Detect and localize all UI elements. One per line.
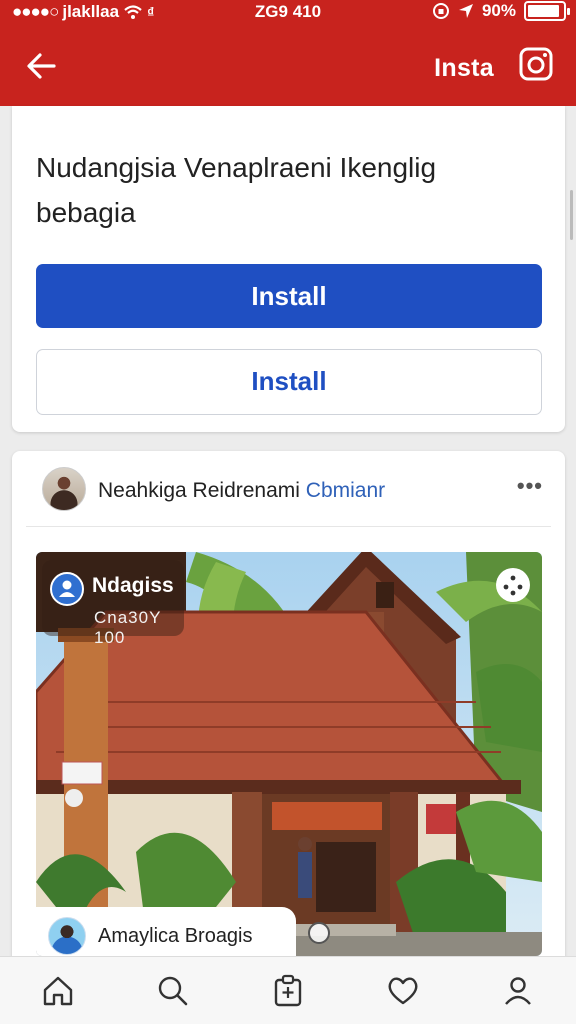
- location-tag[interactable]: Ndagiss Cna30Y 100: [42, 560, 184, 647]
- battery-icon: [524, 1, 570, 21]
- post-photo[interactable]: Ndagiss Cna30Y 100 Amaylica Broagis: [36, 552, 542, 956]
- photo-badge-icon[interactable]: [308, 922, 330, 944]
- tag-name: Ndagiss: [92, 574, 174, 597]
- user-tag-icon: [50, 572, 84, 606]
- search-icon: [158, 976, 188, 1005]
- battery-level-fill: [528, 5, 559, 17]
- photo-options-icon[interactable]: [496, 568, 530, 602]
- author-link[interactable]: Cbmianr: [306, 479, 385, 502]
- nav-search[interactable]: [148, 966, 198, 1016]
- profile-icon: [505, 976, 532, 1005]
- scrollbar[interactable]: [570, 190, 573, 240]
- caption-user-avatar[interactable]: [48, 917, 86, 955]
- nav-add-post[interactable]: [263, 966, 313, 1016]
- more-horizontal-icon[interactable]: •••: [517, 473, 543, 499]
- status-right: 90%: [432, 1, 570, 21]
- post-author[interactable]: Neahkiga Reidrenami Cbmianr: [98, 479, 385, 503]
- author-name[interactable]: Neahkiga Reidrenami: [98, 479, 300, 502]
- heart-icon: [388, 977, 418, 1004]
- instagram-camera-icon[interactable]: [518, 46, 554, 82]
- bottom-navigation: [0, 956, 576, 1024]
- app-bar: Insta: [0, 36, 576, 98]
- tag-subtitle: Cna30Y 100: [94, 608, 162, 647]
- app-title: Insta: [434, 54, 494, 82]
- install-prompt-card: Nudangjsia Venaplraeni Ikenglig bebagia …: [12, 106, 565, 432]
- nav-home[interactable]: [33, 966, 83, 1016]
- caption-user-chip[interactable]: Amaylica Broagis: [36, 907, 296, 956]
- nav-profile[interactable]: [493, 966, 543, 1016]
- add-post-icon: [274, 974, 302, 1006]
- status-bar: ●●●●○ jlakllaa ₫ ZG9 410 90%: [0, 0, 576, 26]
- divider: [26, 526, 551, 527]
- caption-user-name[interactable]: Amaylica Broagis: [98, 925, 253, 948]
- location-arrow-icon: [458, 4, 473, 18]
- rotation-lock-icon: [432, 3, 449, 19]
- install-button-secondary[interactable]: Install: [36, 349, 542, 415]
- author-avatar[interactable]: [42, 467, 86, 511]
- install-message: Nudangjsia Venaplraeni Ikenglig bebagia: [36, 152, 437, 228]
- top-bar: ●●●●○ jlakllaa ₫ ZG9 410 90% Insta: [0, 0, 576, 106]
- post-card: Neahkiga Reidrenami Cbmianr ••• Ndagiss …: [12, 451, 565, 971]
- nav-activity[interactable]: [378, 966, 428, 1016]
- home-icon: [43, 976, 72, 1005]
- arrow-left-icon[interactable]: [22, 46, 62, 86]
- install-button-primary[interactable]: Install: [36, 264, 542, 328]
- battery-percent: 90%: [481, 1, 516, 20]
